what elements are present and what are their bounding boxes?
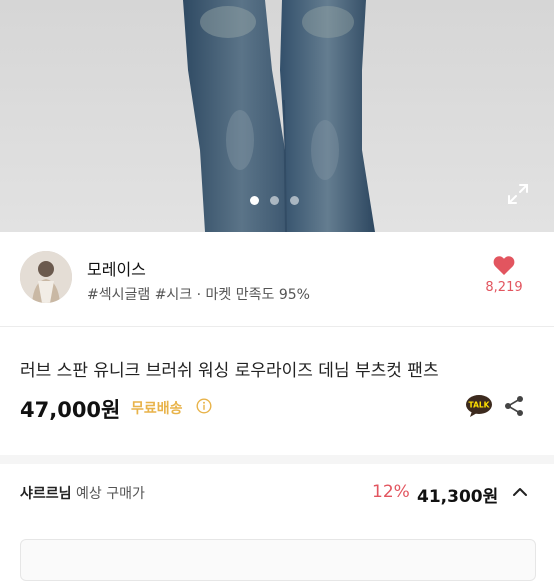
chevron-up-icon[interactable] xyxy=(511,485,529,499)
divider xyxy=(0,326,554,327)
like-count: 8,219 xyxy=(485,280,523,295)
product-price: 47,000원 xyxy=(20,398,121,422)
product-title: 러브 스판 유니크 브러쉬 워싱 로우라이즈 데님 부츠컷 팬츠 xyxy=(20,361,439,381)
gallery-dot[interactable] xyxy=(270,196,279,205)
free-shipping-label: 무료배송 xyxy=(131,401,183,417)
kakao-talk-icon[interactable]: TALK xyxy=(465,394,493,418)
avatar[interactable] xyxy=(20,251,72,303)
section-divider xyxy=(0,455,554,464)
member-price-label: 샤르르님 예상 구매가 xyxy=(20,483,145,503)
product-image[interactable] xyxy=(0,0,554,232)
heart-icon xyxy=(493,256,515,275)
gallery-pagination[interactable] xyxy=(250,196,299,205)
seller-meta: #섹시글램 #시크 · 마켓 만족도 95% xyxy=(87,287,310,303)
expected-price: 41,300원 xyxy=(417,487,499,507)
gallery-dot[interactable] xyxy=(290,196,299,205)
discount-rate: 12% xyxy=(372,482,410,502)
price-detail-box xyxy=(20,539,536,581)
member-name: 샤르르님 xyxy=(20,486,72,502)
share-icon[interactable] xyxy=(504,395,524,417)
info-icon[interactable] xyxy=(196,398,212,414)
gallery-dot[interactable] xyxy=(250,196,259,205)
expected-price-label: 예상 구매가 xyxy=(75,486,145,502)
expand-icon[interactable] xyxy=(506,182,530,206)
seller-row[interactable]: 모레이스 #섹시글램 #시크 · 마켓 만족도 95% 8,219 xyxy=(0,232,554,326)
talk-label: TALK xyxy=(469,400,491,409)
seller-name[interactable]: 모레이스 xyxy=(87,256,146,280)
avatar-image xyxy=(20,251,72,303)
like-button[interactable]: 8,219 xyxy=(474,254,534,295)
